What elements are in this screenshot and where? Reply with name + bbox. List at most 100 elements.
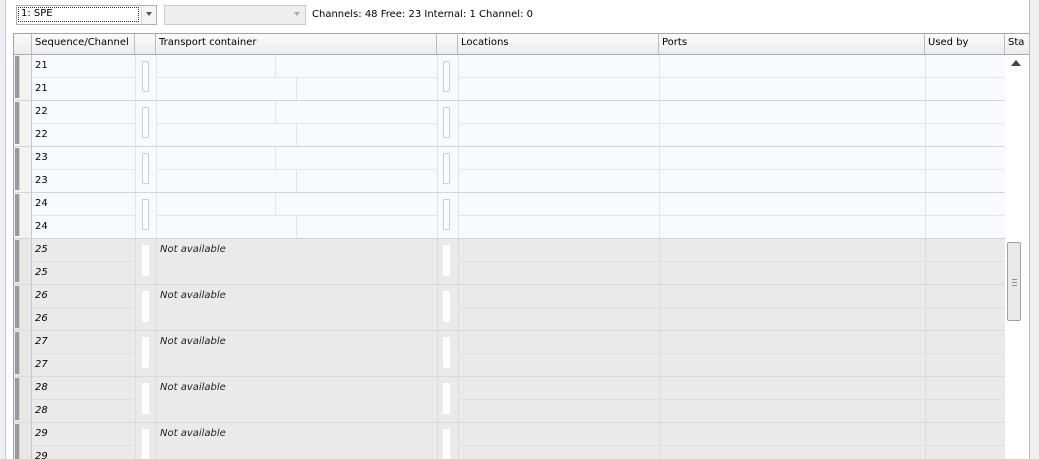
channel-number: 27 — [35, 359, 48, 370]
cell-divider — [135, 147, 136, 192]
cell-divider — [156, 239, 157, 284]
row-selector[interactable] — [14, 331, 32, 376]
row-checkbox-2[interactable] — [443, 291, 450, 322]
row-selector[interactable] — [14, 423, 32, 459]
cell-divider — [437, 239, 438, 284]
not-available-label: Not available — [160, 290, 226, 301]
row-checkbox[interactable] — [142, 61, 149, 92]
sequence-number: 25 — [35, 244, 48, 255]
row-checkbox-2[interactable] — [443, 61, 450, 92]
row-selector[interactable] — [14, 377, 32, 422]
column-header-transport-container[interactable]: Transport container — [156, 34, 437, 54]
channel-number: 29 — [35, 451, 48, 459]
cell-divider — [156, 285, 157, 330]
cell-divider — [296, 215, 297, 238]
grid-header: Sequence/Channel Transport container Loc… — [14, 34, 1029, 55]
cell-divider — [437, 101, 438, 146]
column-header-sequence-channel[interactable]: Sequence/Channel — [32, 34, 135, 54]
row-checkbox[interactable] — [142, 245, 149, 276]
sequence-number: 29 — [35, 428, 48, 439]
secondary-select-dropdown-button[interactable] — [290, 6, 305, 24]
cell-divider — [32, 399, 135, 400]
layer-select-value: 1: SPE — [18, 7, 139, 22]
column-header-used-by[interactable]: Used by — [925, 34, 1005, 54]
row-selector[interactable] — [14, 147, 32, 192]
row-checkbox-2[interactable] — [443, 245, 450, 276]
layer-select-dropdown-button[interactable] — [141, 6, 156, 24]
layer-select[interactable]: 1: SPE — [16, 5, 157, 25]
cell-divider — [135, 55, 136, 100]
cell-divider — [275, 193, 276, 215]
row-checkbox-2[interactable] — [443, 383, 450, 414]
cell-divider — [458, 77, 1005, 78]
row-checkbox[interactable] — [142, 107, 149, 138]
cell-divider — [135, 423, 136, 459]
cell-divider — [32, 445, 135, 446]
cell-divider — [32, 307, 135, 308]
row-checkbox-2[interactable] — [443, 337, 450, 368]
cell-divider — [135, 377, 136, 422]
row-selector[interactable] — [14, 55, 32, 100]
cell-divider — [437, 377, 438, 422]
row-selector[interactable] — [14, 285, 32, 330]
row-selector[interactable] — [14, 193, 32, 238]
column-header-ports[interactable]: Ports — [659, 34, 925, 54]
cell-divider — [437, 285, 438, 330]
sequence-number: 26 — [35, 290, 48, 301]
row-checkbox[interactable] — [142, 153, 149, 184]
cell-divider — [925, 423, 926, 459]
cell-divider — [156, 377, 157, 422]
secondary-select[interactable] — [164, 5, 306, 25]
table-row[interactable]: 21 21 — [14, 55, 1005, 101]
table-row[interactable]: 26 26 Not available — [14, 285, 1005, 331]
cell-divider — [458, 307, 1005, 308]
sequence-number: 23 — [35, 152, 48, 163]
vertical-scrollbar[interactable] — [1005, 55, 1029, 459]
row-checkbox-2[interactable] — [443, 199, 450, 230]
cell-divider — [156, 423, 157, 459]
cell-divider — [135, 285, 136, 330]
row-checkbox[interactable] — [142, 429, 149, 459]
cell-divider — [32, 261, 135, 262]
table-row[interactable]: 29 29 Not available — [14, 423, 1005, 459]
cell-divider — [32, 353, 135, 354]
window-left-edge — [0, 0, 6, 459]
row-checkbox[interactable] — [142, 199, 149, 230]
cell-divider — [458, 261, 1005, 262]
cell-divider — [135, 239, 136, 284]
row-checkbox-2[interactable] — [443, 429, 450, 459]
scrollbar-thumb[interactable] — [1007, 242, 1021, 321]
chevron-down-icon — [294, 12, 300, 16]
not-available-label: Not available — [160, 244, 226, 255]
column-header-check-2[interactable] — [437, 34, 458, 54]
table-row[interactable]: 23 23 — [14, 147, 1005, 193]
column-header-check[interactable] — [135, 34, 156, 54]
column-header-locations[interactable]: Locations — [458, 34, 659, 54]
row-selector[interactable] — [14, 101, 32, 146]
row-checkbox-2[interactable] — [443, 153, 450, 184]
column-header-status[interactable]: Sta — [1005, 34, 1029, 54]
cell-divider — [135, 101, 136, 146]
row-checkbox[interactable] — [142, 337, 149, 368]
table-row[interactable]: 22 22 — [14, 101, 1005, 147]
scroll-up-arrow-icon[interactable] — [1011, 60, 1021, 66]
cell-divider — [32, 77, 135, 78]
cell-divider — [458, 169, 1005, 170]
table-row[interactable]: 24 24 — [14, 193, 1005, 239]
row-selector[interactable] — [14, 239, 32, 284]
cell-divider — [32, 123, 135, 124]
channel-number: 28 — [35, 405, 48, 416]
sequence-number: 24 — [35, 198, 48, 209]
table-row[interactable]: 27 27 Not available — [14, 331, 1005, 377]
table-row[interactable]: 28 28 Not available — [14, 377, 1005, 423]
cell-divider — [32, 169, 135, 170]
row-checkbox-2[interactable] — [443, 107, 450, 138]
cell-divider — [458, 445, 1005, 446]
row-checkbox[interactable] — [142, 383, 149, 414]
channel-number: 23 — [35, 175, 48, 186]
cell-divider — [437, 423, 438, 459]
cell-divider — [296, 169, 297, 192]
table-row[interactable]: 25 25 Not available — [14, 239, 1005, 285]
channel-number: 25 — [35, 267, 48, 278]
row-checkbox[interactable] — [142, 291, 149, 322]
